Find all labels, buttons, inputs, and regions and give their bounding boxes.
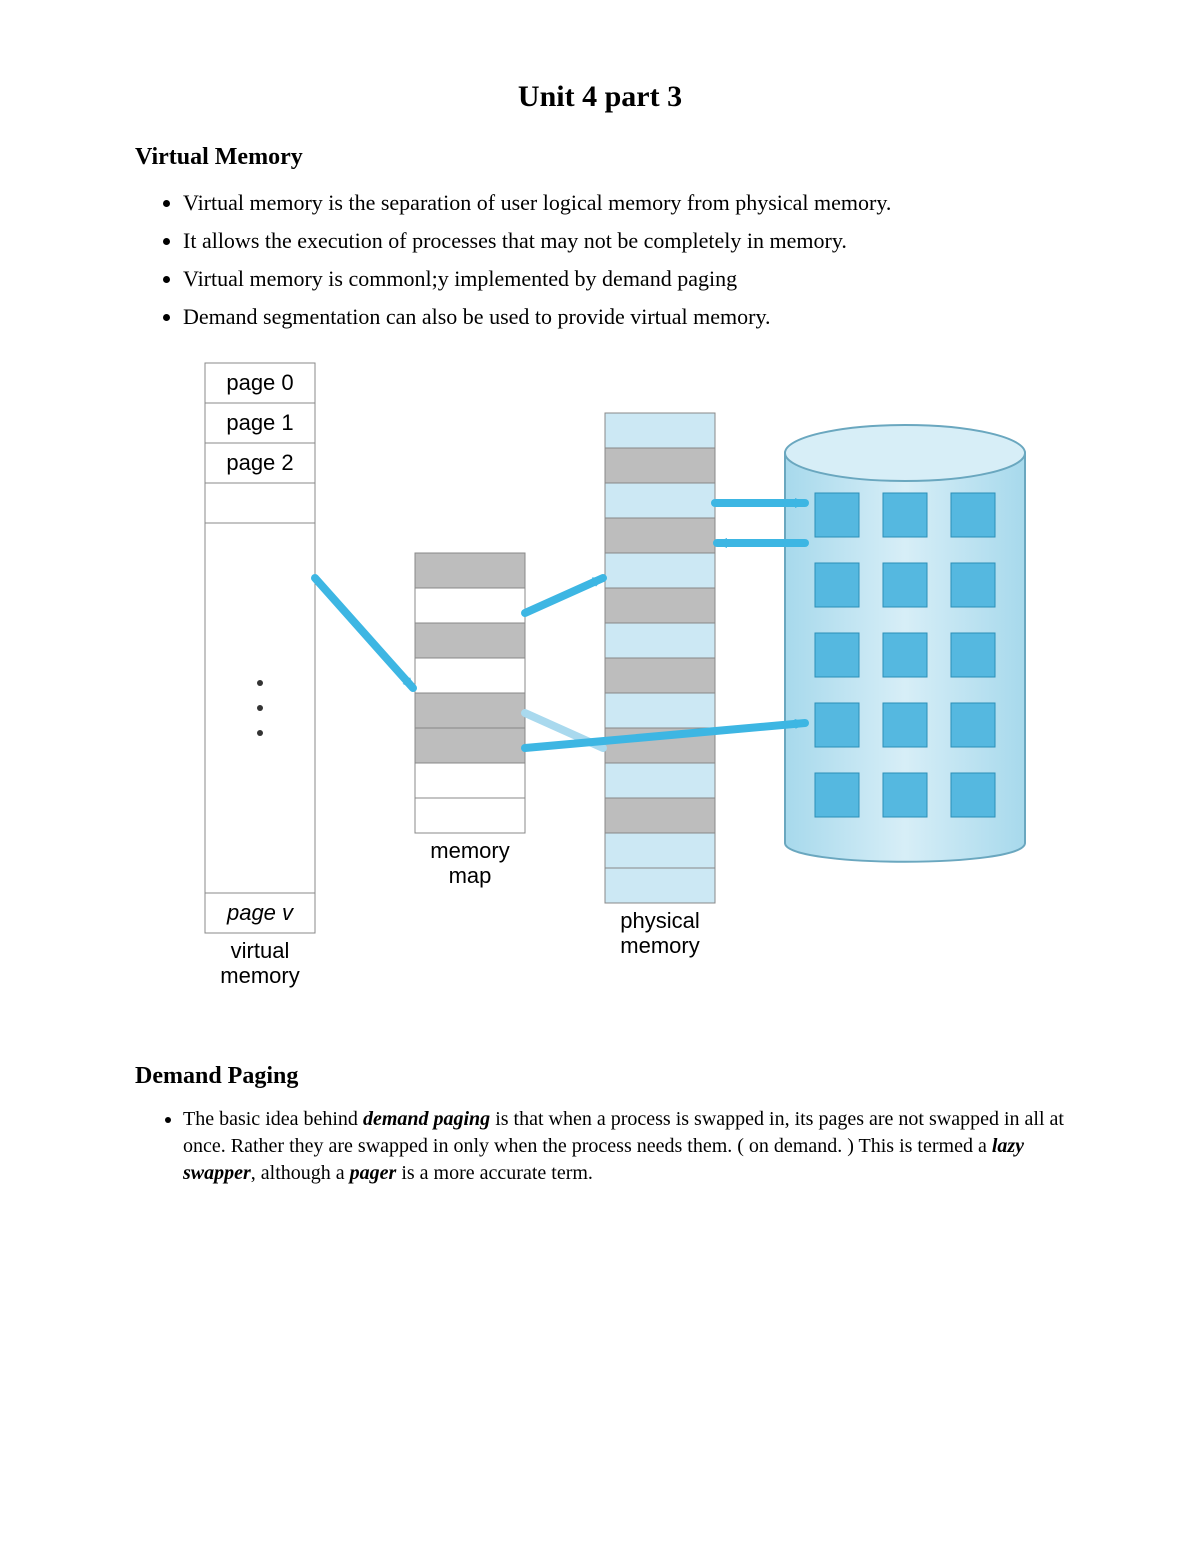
virtual-memory-caption-2: memory — [220, 963, 299, 988]
vm-bullet: Virtual memory is the separation of user… — [183, 187, 1065, 219]
section-heading-virtual-memory: Virtual Memory — [135, 144, 1065, 171]
physical-memory-caption-2: memory — [620, 933, 699, 958]
physical-memory-column: physical memory — [605, 413, 715, 958]
dp-bullet-list: The basic idea behind demand paging is t… — [135, 1106, 1065, 1187]
memory-map-column: memory map — [415, 553, 525, 888]
vm-bullet: Virtual memory is commonl;y implemented … — [183, 263, 1065, 295]
diagram-arrows — [315, 503, 805, 748]
page-label: page 2 — [226, 450, 293, 475]
page-label: page 0 — [226, 370, 293, 395]
vm-bullet: It allows the execution of processes tha… — [183, 225, 1065, 257]
memory-map-caption-2: map — [449, 863, 492, 888]
disk-cylinder — [785, 425, 1025, 862]
vm-bullet-list: Virtual memory is the separation of user… — [135, 187, 1065, 333]
section-heading-demand-paging: Demand Paging — [135, 1063, 1065, 1090]
page-title: Unit 4 part 3 — [135, 80, 1065, 114]
virtual-memory-diagram: page 0 page 1 page 2 page v virtual memo… — [165, 353, 1035, 1043]
vm-bullet: Demand segmentation can also be used to … — [183, 301, 1065, 333]
physical-memory-caption: physical — [620, 908, 699, 933]
memory-map-caption: memory — [430, 838, 509, 863]
virtual-memory-caption: virtual — [231, 938, 290, 963]
dp-bullet: The basic idea behind demand paging is t… — [183, 1106, 1065, 1187]
page-label: page v — [226, 900, 295, 925]
page-label: page 1 — [226, 410, 293, 435]
virtual-memory-column: page 0 page 1 page 2 page v virtual memo… — [205, 363, 315, 988]
